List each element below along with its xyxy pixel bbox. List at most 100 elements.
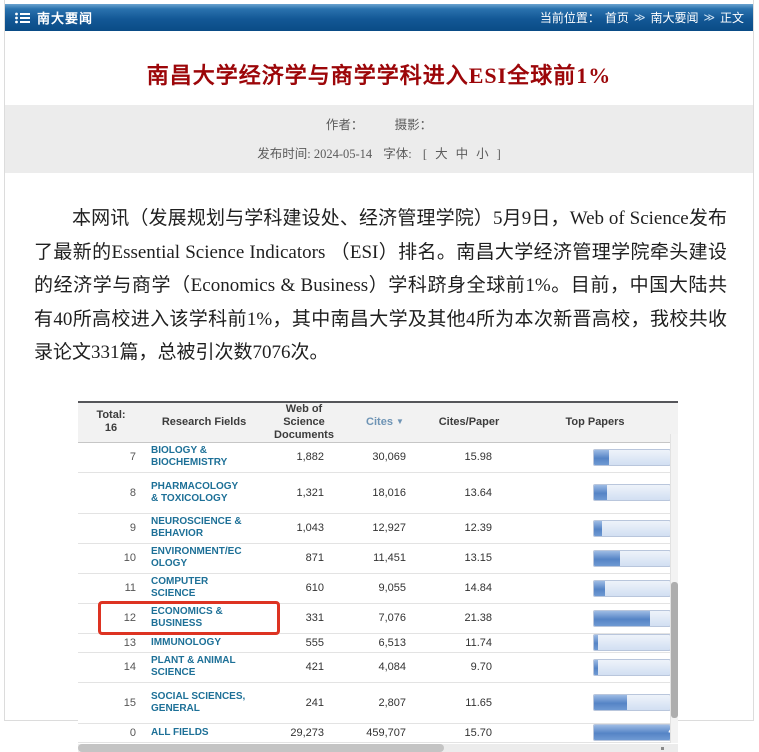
- top-papers-bar: [593, 580, 671, 597]
- row-cites-per-paper: 15.98: [426, 442, 512, 472]
- top-papers-bar: [593, 610, 671, 627]
- row-documents: 421: [264, 652, 344, 682]
- row-field-link[interactable]: ECONOMICS & BUSINESS: [144, 603, 264, 633]
- breadcrumb: 当前位置： 首页 ≫ 南大要闻 ≫ 正文: [540, 9, 753, 26]
- row-cites-per-paper: 11.74: [426, 633, 512, 652]
- row-cites-per-paper: 13.64: [426, 472, 512, 513]
- row-cites: 459,707: [344, 723, 426, 742]
- article-meta: 作者： 摄影： 发布时间: 2024-05-14 字体: [ 大中小]: [5, 105, 753, 173]
- breadcrumb-current-link[interactable]: 正文: [720, 9, 744, 26]
- esi-table-image: Total: 16 Research Fields Web of Science…: [78, 401, 678, 743]
- row-top-papers-cell: [512, 513, 678, 543]
- font-size-label: 字体:: [383, 147, 415, 161]
- row-documents: 610: [264, 573, 344, 603]
- breadcrumb-separator: ≫: [703, 11, 715, 24]
- row-cites: 12,927: [344, 513, 426, 543]
- font-size-medium-link[interactable]: 中: [456, 147, 469, 161]
- top-papers-bar-fill: [594, 551, 620, 566]
- esi-header-row: Total: 16 Research Fields Web of Science…: [78, 402, 678, 443]
- row-rank: 13: [78, 633, 144, 652]
- row-field-link[interactable]: SOCIAL SCIENCES, GENERAL: [144, 682, 264, 723]
- font-size-large-link[interactable]: 大: [435, 147, 448, 161]
- section-header-bar: 南大要闻 当前位置： 首页 ≫ 南大要闻 ≫ 正文: [5, 4, 753, 31]
- top-papers-bar-fill: [594, 611, 650, 626]
- row-field-link[interactable]: BIOLOGY & BIOCHEMISTRY: [144, 442, 264, 472]
- row-top-papers-cell: [512, 472, 678, 513]
- esi-table-row[interactable]: 15 SOCIAL SCIENCES, GENERAL 241 2,807 11…: [78, 682, 678, 723]
- row-top-papers-cell: [512, 543, 678, 573]
- row-rank: 14: [78, 652, 144, 682]
- font-size-small-link[interactable]: 小: [476, 147, 489, 161]
- row-documents: 1,321: [264, 472, 344, 513]
- row-top-papers-cell: [512, 652, 678, 682]
- esi-table-row[interactable]: 8 PHARMACOLOGY & TOXICOLOGY 1,321 18,016…: [78, 472, 678, 513]
- top-papers-bar: [593, 694, 671, 711]
- row-rank: 0: [78, 723, 144, 742]
- esi-table-row[interactable]: 12 ECONOMICS & BUSINESS 331 7,076 21.38: [78, 603, 678, 633]
- esi-table: Total: 16 Research Fields Web of Science…: [78, 401, 678, 743]
- row-cites: 30,069: [344, 442, 426, 472]
- col-header-cites[interactable]: Cites ▼: [344, 402, 426, 443]
- row-field-link[interactable]: ENVIRONMENT/ECOLOGY: [144, 543, 264, 573]
- top-papers-bar-fill: 4: [594, 725, 670, 740]
- col-header-top-papers[interactable]: Top Papers: [512, 402, 678, 443]
- top-papers-bar-fill: [594, 660, 598, 675]
- section-title: 南大要闻: [37, 8, 93, 27]
- bracket-open: [: [423, 147, 427, 161]
- row-field-link[interactable]: ALL FIELDS: [144, 723, 264, 742]
- table-horizontal-scrollbar[interactable]: [78, 744, 678, 752]
- bracket-close: ]: [497, 147, 501, 161]
- row-documents: 1,882: [264, 442, 344, 472]
- publish-date: 发布时间: 2024-05-14: [257, 147, 372, 161]
- breadcrumb-label: 当前位置：: [540, 9, 600, 26]
- top-papers-bar-fill: [594, 485, 607, 500]
- meta-author-row: 作者： 摄影：: [5, 114, 753, 133]
- row-cites: 9,055: [344, 573, 426, 603]
- table-vertical-scrollbar[interactable]: [670, 434, 678, 743]
- breadcrumb-separator: ≫: [634, 11, 646, 24]
- horizontal-scroll-thumb[interactable]: [78, 744, 444, 752]
- row-field-link[interactable]: PHARMACOLOGY & TOXICOLOGY: [144, 472, 264, 513]
- row-cites-per-paper: 13.15: [426, 543, 512, 573]
- esi-table-row[interactable]: 7 BIOLOGY & BIOCHEMISTRY 1,882 30,069 15…: [78, 442, 678, 472]
- esi-table-row[interactable]: 9 NEUROSCIENCE & BEHAVIOR 1,043 12,927 1…: [78, 513, 678, 543]
- row-cites: 18,016: [344, 472, 426, 513]
- top-papers-bar: 4: [593, 724, 671, 741]
- row-cites-per-paper: 9.70: [426, 652, 512, 682]
- row-cites-per-paper: 11.65: [426, 682, 512, 723]
- row-rank: 15: [78, 682, 144, 723]
- esi-table-row[interactable]: 13 IMMUNOLOGY 555 6,513 11.74: [78, 633, 678, 652]
- vertical-scroll-thumb[interactable]: [671, 582, 678, 718]
- row-field-link[interactable]: NEUROSCIENCE & BEHAVIOR: [144, 513, 264, 543]
- photographer-label: 摄影：: [395, 118, 433, 132]
- top-papers-bar: [593, 659, 671, 676]
- col-header-research-fields[interactable]: Research Fields: [144, 402, 264, 443]
- sort-descending-icon: ▼: [396, 417, 404, 426]
- row-field-link[interactable]: COMPUTER SCIENCE: [144, 573, 264, 603]
- esi-table-row[interactable]: 11 COMPUTER SCIENCE 610 9,055 14.84: [78, 573, 678, 603]
- row-top-papers-cell: [512, 633, 678, 652]
- total-header: Total: 16: [78, 402, 144, 443]
- breadcrumb-section-link[interactable]: 南大要闻: [650, 9, 698, 26]
- row-cites: 11,451: [344, 543, 426, 573]
- row-documents: 331: [264, 603, 344, 633]
- row-field-link[interactable]: IMMUNOLOGY: [144, 633, 264, 652]
- row-field-link[interactable]: PLANT & ANIMAL SCIENCE: [144, 652, 264, 682]
- col-header-documents[interactable]: Web of Science Documents: [264, 402, 344, 443]
- top-papers-bar-fill: [594, 521, 602, 536]
- article-title: 南昌大学经济学与商学学科进入ESI全球前1%: [5, 58, 753, 90]
- esi-table-row[interactable]: 10 ENVIRONMENT/ECOLOGY 871 11,451 13.15: [78, 543, 678, 573]
- breadcrumb-home-link[interactable]: 首页: [605, 9, 629, 26]
- total-label: Total:: [78, 409, 144, 422]
- page-container: 南大要闻 当前位置： 首页 ≫ 南大要闻 ≫ 正文 南昌大学经济学与商学学科进入…: [4, 0, 754, 721]
- top-papers-bar: [593, 449, 671, 466]
- top-papers-bar: [593, 634, 671, 651]
- row-cites-per-paper: 12.39: [426, 513, 512, 543]
- section-header-left: 南大要闻: [5, 8, 93, 27]
- esi-table-row[interactable]: 0 ALL FIELDS 29,273 459,707 15.70 4: [78, 723, 678, 742]
- row-rank: 11: [78, 573, 144, 603]
- esi-table-row[interactable]: 14 PLANT & ANIMAL SCIENCE 421 4,084 9.70: [78, 652, 678, 682]
- total-value: 16: [78, 422, 144, 435]
- col-header-cites-per-paper[interactable]: Cites/Paper: [426, 402, 512, 443]
- row-cites: 2,807: [344, 682, 426, 723]
